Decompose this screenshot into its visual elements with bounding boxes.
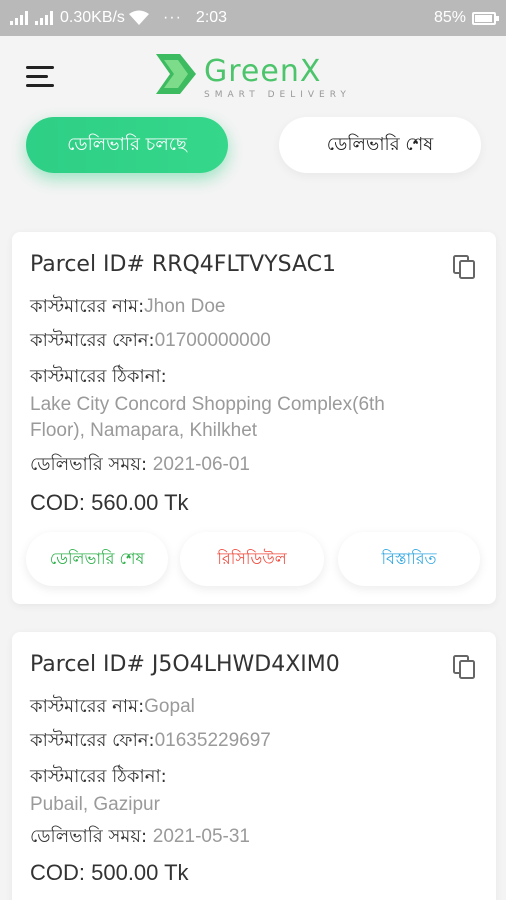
delivery-time-value: 2021-05-31 [152, 826, 250, 847]
customer-name-value: Gopal [144, 696, 195, 717]
tab-delivery-completed[interactable]: ডেলিভারি শেষ [279, 117, 481, 173]
delivery-time-row: ডেলিভারি সময়: 2021-05-31 [30, 822, 250, 853]
cod-amount: COD: 560.00 Tk [30, 490, 189, 515]
more-notifications-icon: ··· [162, 9, 182, 26]
logo-tagline: SMART DELIVERY [204, 90, 351, 100]
app-header: GreenX SMART DELIVERY [0, 36, 506, 118]
customer-address-line1: Pubail, Gazipur [30, 794, 160, 815]
customer-name-label: কাস্টমারের নাম: [30, 296, 145, 317]
customer-name-value: Jhon Doe [144, 296, 226, 317]
status-left: 0.30KB/s ··· [10, 9, 182, 27]
delivery-time-row: ডেলিভারি সময়: 2021-06-01 [30, 450, 250, 481]
customer-phone-value: 01635229697 [154, 730, 271, 751]
parcel-id: Parcel ID# RRQ4FLTVYSAC1 [30, 252, 337, 277]
logo-name: GreenX [204, 54, 322, 89]
customer-address-line2: Floor), Namapara, Khilkhet [30, 420, 258, 441]
customer-name-row: কাস্টমারের নাম:Jhon Doe [30, 292, 226, 323]
delivery-time-label: ডেলিভারি সময়: [30, 454, 153, 475]
cod-amount: COD: 500.00 Tk [30, 860, 189, 885]
parcel-id: Parcel ID# J5O4LHWD4XIM0 [30, 652, 340, 677]
customer-address-label: কাস্টমারের ঠিকানা: [30, 766, 167, 787]
customer-address-label: কাস্টমারের ঠিকানা: [30, 366, 167, 387]
clock: 2:03 [195, 9, 228, 26]
reschedule-button[interactable]: রিসিডিউল [180, 532, 324, 586]
customer-name-row: কাস্টমারের নাম:Gopal [30, 692, 195, 723]
parcel-card: Parcel ID# J5O4LHWD4XIM0 কাস্টমারের নাম:… [12, 632, 496, 900]
customer-phone-label: কাস্টমারের ফোন: [30, 330, 155, 351]
delivery-complete-button[interactable]: ডেলিভারি শেষ [26, 532, 168, 586]
tab-delivery-ongoing[interactable]: ডেলিভারি চলছে [26, 117, 228, 173]
status-bar: 0.30KB/s ··· 2:03 85% [0, 0, 506, 36]
details-button[interactable]: বিস্তারিত [338, 532, 480, 586]
wifi-icon [128, 10, 149, 25]
greenx-logo: GreenX SMART DELIVERY [154, 50, 374, 106]
signal-icon [35, 11, 53, 25]
battery-icon [472, 11, 499, 25]
delivery-time-label: ডেলিভারি সময়: [30, 826, 153, 847]
customer-name-label: কাস্টমারের নাম: [30, 696, 145, 717]
status-right: 85% [433, 9, 499, 27]
signal-icon [10, 11, 28, 25]
customer-address-line1: Lake City Concord Shopping Complex(6th [30, 394, 385, 415]
copy-icon[interactable] [452, 654, 476, 680]
customer-phone-row: কাস্টমারের ফোন:01700000000 [30, 326, 271, 357]
net-speed: 0.30KB/s [60, 9, 125, 26]
copy-icon[interactable] [452, 254, 476, 280]
parcel-card: Parcel ID# RRQ4FLTVYSAC1 কাস্টমারের নাম:… [12, 232, 496, 604]
customer-phone-value: 01700000000 [154, 330, 271, 351]
customer-phone-label: কাস্টমারের ফোন: [30, 730, 155, 751]
delivery-time-value: 2021-06-01 [152, 454, 250, 475]
battery-fill [475, 14, 492, 22]
customer-phone-row: কাস্টমারের ফোন:01635229697 [30, 726, 271, 757]
battery-percent: 85% [433, 9, 466, 26]
hamburger-icon[interactable] [26, 66, 54, 88]
logo-arrow-icon [156, 54, 196, 94]
